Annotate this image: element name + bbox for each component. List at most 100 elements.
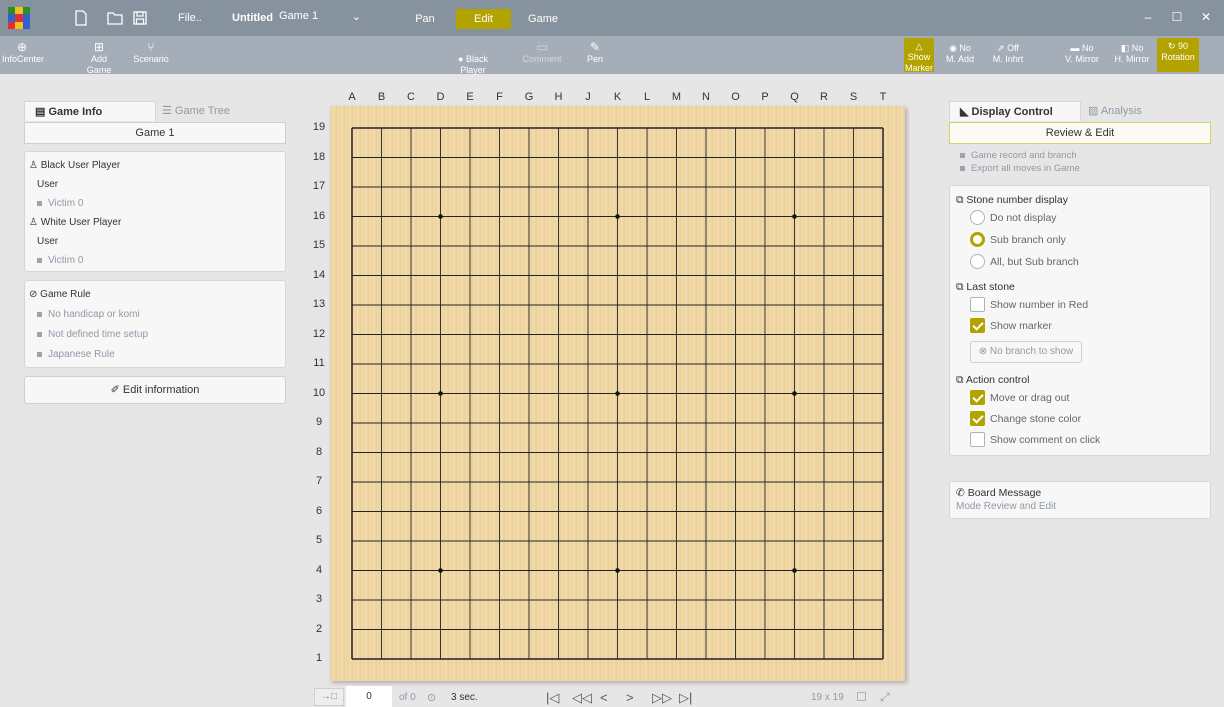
- rotation-label: Rotation: [1161, 52, 1195, 62]
- square-icon[interactable]: ☐: [856, 690, 867, 704]
- save-icon[interactable]: [131, 9, 149, 27]
- add-box-icon: ⊞: [93, 40, 105, 54]
- last-move-icon[interactable]: ▷|: [679, 690, 692, 706]
- column-label: A: [348, 91, 356, 103]
- checkbox-change-color[interactable]: [970, 411, 985, 426]
- radio-do-not-display[interactable]: [970, 210, 985, 225]
- tab-game-tree-label: Game Tree: [174, 105, 230, 117]
- tab-game[interactable]: Game: [526, 9, 560, 29]
- go-board[interactable]: [330, 106, 905, 681]
- new-file-icon[interactable]: [72, 9, 90, 27]
- branch-icon: ⑂: [147, 40, 155, 54]
- tab-analysis[interactable]: ▨ Analysis: [1088, 101, 1198, 121]
- radio-all-but-sub-branch[interactable]: [970, 254, 985, 269]
- m-inhrt-button[interactable]: ⇗ Off M. Inhrt: [988, 43, 1028, 65]
- scenario-button[interactable]: ⑂ Scenario: [131, 40, 171, 65]
- h-mirror-button[interactable]: ◧ No H. Mirror: [1110, 43, 1154, 65]
- tab-game-tree[interactable]: ☰ Game Tree: [162, 101, 282, 121]
- tab-display-control[interactable]: ◣ Display Control: [949, 101, 1081, 121]
- review-edit-mode[interactable]: Review & Edit: [949, 122, 1211, 144]
- tab-game-info-label: Game Info: [48, 106, 103, 118]
- minimize-icon[interactable]: –: [1138, 10, 1158, 24]
- fast-forward-icon[interactable]: ▷▷: [652, 690, 672, 706]
- board-grid: [351, 127, 884, 660]
- checkbox-show-comment[interactable]: [970, 432, 985, 447]
- black-player-title: ♙ Black User Player: [29, 160, 120, 171]
- column-label: K: [613, 91, 622, 103]
- column-label: C: [407, 91, 415, 103]
- white-player-name: User: [37, 236, 59, 247]
- maximize-icon[interactable]: ☐: [1167, 10, 1187, 24]
- no-branch-button[interactable]: ⊗ No branch to show: [970, 341, 1082, 363]
- tree-icon: ☰: [162, 105, 175, 117]
- fast-back-icon[interactable]: ◁◁: [572, 690, 592, 706]
- layers-icon: ⧉: [956, 194, 967, 206]
- column-label: H: [554, 91, 563, 103]
- last-stone-title: ⧉ Last stone: [956, 281, 1015, 294]
- tab-pan[interactable]: Pan: [410, 9, 440, 29]
- white-player-title-text: White User Player: [40, 217, 122, 228]
- expand-icon[interactable]: ⤢: [880, 690, 890, 705]
- rotation-button[interactable]: ↻ 90 Rotation: [1157, 38, 1199, 72]
- pencil-icon: ✐: [110, 384, 123, 396]
- tab-display-control-label: Display Control: [971, 106, 1053, 118]
- column-label: G: [524, 91, 534, 103]
- option-label: Show marker: [990, 320, 1052, 332]
- row-label: 10: [312, 386, 326, 399]
- board-message-text: Mode Review and Edit: [956, 501, 1057, 512]
- radio-sub-branch-only[interactable]: [970, 232, 985, 247]
- file-menu[interactable]: File..: [178, 12, 202, 24]
- note-item-text: Game record and branch: [971, 150, 1077, 161]
- black-player-button[interactable]: ● Black Player: [452, 40, 494, 76]
- show-marker-line1: △ Show: [907, 41, 931, 62]
- toolbar: ⊕ InfoCenter ⊞ Add Game ⑂ Scenario ● Black P…: [0, 36, 1224, 76]
- stone-number-title-text: Stone number display: [966, 194, 1068, 206]
- star-point: [615, 391, 620, 396]
- board-size-label: 19 x 19: [811, 692, 844, 703]
- user-icon: ♙: [29, 160, 41, 171]
- rule-item: No handicap or komi: [37, 309, 140, 320]
- row-label: 17: [312, 180, 326, 192]
- v-mirror-button[interactable]: ▬ No V. Mirror: [1060, 43, 1104, 65]
- add-game-button[interactable]: ⊞ Add Game: [78, 40, 120, 76]
- previous-icon[interactable]: <: [600, 690, 608, 705]
- tab-game-info[interactable]: ▤ Game Info: [24, 101, 156, 121]
- open-folder-icon[interactable]: [106, 9, 124, 27]
- rule-item: Japanese Rule: [37, 349, 115, 360]
- rule-item-text: Japanese Rule: [48, 349, 115, 360]
- m-add-line1: ◉ No: [949, 43, 971, 53]
- checkbox-show-marker[interactable]: [970, 318, 985, 333]
- tab-edit[interactable]: Edit: [456, 9, 511, 29]
- next-icon[interactable]: >: [626, 690, 634, 705]
- document-title: Untitled: [232, 12, 273, 24]
- black-victim-text: Victim 0: [48, 198, 84, 209]
- checkbox-show-number-red[interactable]: [970, 297, 985, 312]
- goto-move-icon[interactable]: →□: [314, 688, 344, 706]
- column-label: D: [436, 91, 445, 103]
- title-bar: File.. Untitled Game 1 ⌄ Pan Edit Game – …: [0, 0, 1224, 36]
- h-mirror-label: H. Mirror: [1114, 54, 1150, 64]
- close-icon[interactable]: ✕: [1196, 10, 1216, 24]
- m-add-button[interactable]: ◉ No M. Add: [942, 43, 978, 65]
- add-game-label: Add Game: [86, 54, 112, 75]
- checkbox-move-drag[interactable]: [970, 390, 985, 405]
- marker-label: Marker: [904, 63, 933, 73]
- m-add-label: M. Add: [945, 54, 974, 64]
- chevron-down-icon: ⌄: [351, 11, 361, 23]
- move-number-input[interactable]: 0: [346, 686, 392, 707]
- board-message-title: ✆ Board Message: [956, 487, 1041, 499]
- pen-button[interactable]: ✎ Pen: [580, 40, 610, 65]
- game-select[interactable]: Game 1 ⌄: [279, 10, 365, 27]
- last-stone-title-text: Last stone: [966, 281, 1015, 293]
- first-move-icon[interactable]: |◁: [546, 690, 559, 706]
- black-player-title-text: Black User Player: [40, 160, 121, 171]
- edit-information-button[interactable]: ✐ Edit information: [24, 376, 286, 404]
- infocenter-button[interactable]: ⊕ InfoCenter: [2, 40, 44, 65]
- timer-icon[interactable]: ⊙: [427, 691, 436, 704]
- comment-button[interactable]: ▭ Comment: [519, 40, 565, 65]
- game-name-box[interactable]: Game 1: [24, 122, 286, 144]
- row-label: 13: [312, 298, 326, 310]
- rule-item: Not defined time setup: [37, 329, 148, 340]
- show-marker-button[interactable]: △ Show Marker: [904, 38, 934, 73]
- black-label: Black: [465, 54, 488, 64]
